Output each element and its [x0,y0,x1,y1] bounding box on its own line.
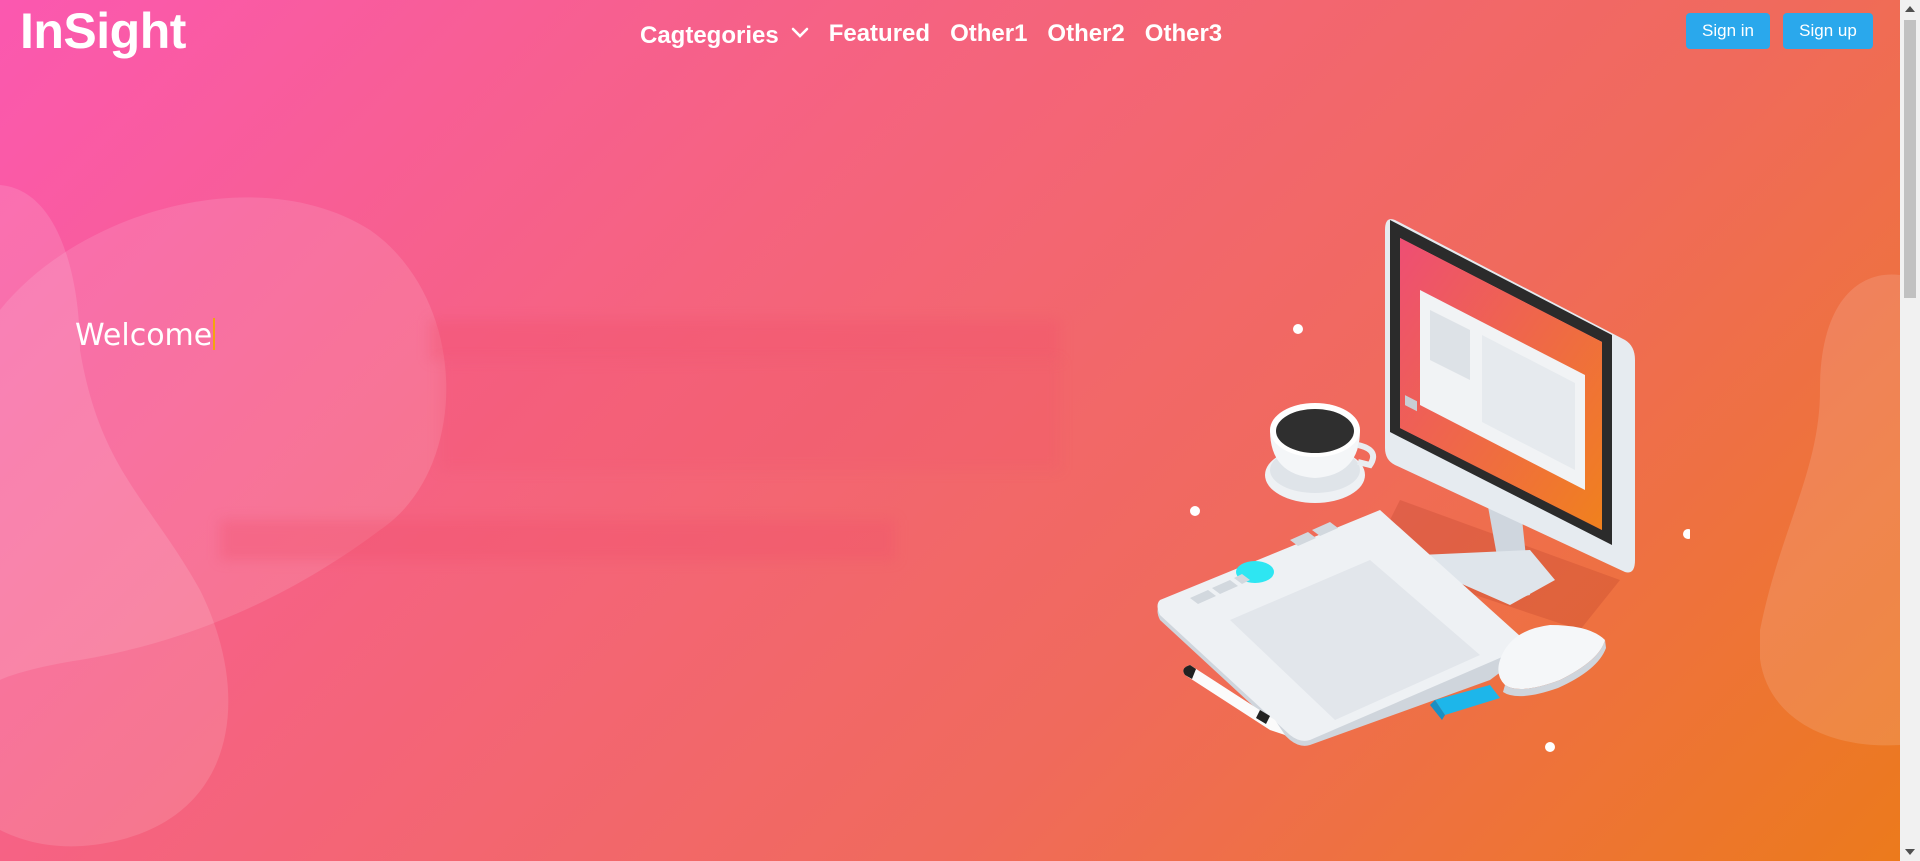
nav-other2[interactable]: Other2 [1047,20,1124,48]
welcome-heading: Welcome [75,318,216,353]
blurred-content [220,520,895,560]
typing-caret [213,318,216,350]
scroll-down-arrow-icon[interactable] [1905,849,1915,855]
background-blob-right [1760,274,1900,746]
nav-other1[interactable]: Other1 [950,20,1027,48]
scroll-up-arrow-icon[interactable] [1905,6,1915,12]
sign-in-button[interactable]: Sign in [1686,13,1770,49]
chevron-down-icon [791,27,809,38]
site-logo[interactable]: InSight [20,2,186,60]
main-nav: Cagtegories Featured Other1 Other2 Other… [640,18,1242,50]
desk-computer-illustration [1157,219,1690,752]
blurred-content [440,360,1060,470]
background-blob-left [0,185,447,847]
blurred-content [430,320,1060,360]
welcome-text: Welcome [75,318,213,353]
nav-categories[interactable]: Cagtegories [640,22,809,50]
page-scrollbar[interactable] [1900,0,1920,861]
scrollbar-thumb[interactable] [1904,20,1916,298]
nav-other3[interactable]: Other3 [1145,20,1222,48]
nav-categories-label: Cagtegories [640,22,779,49]
hero-section: InSight Cagtegories Featured Other1 Othe… [0,0,1900,861]
auth-buttons: Sign in Sign up [1686,13,1873,49]
sign-up-button[interactable]: Sign up [1783,13,1873,49]
nav-featured[interactable]: Featured [829,20,930,48]
